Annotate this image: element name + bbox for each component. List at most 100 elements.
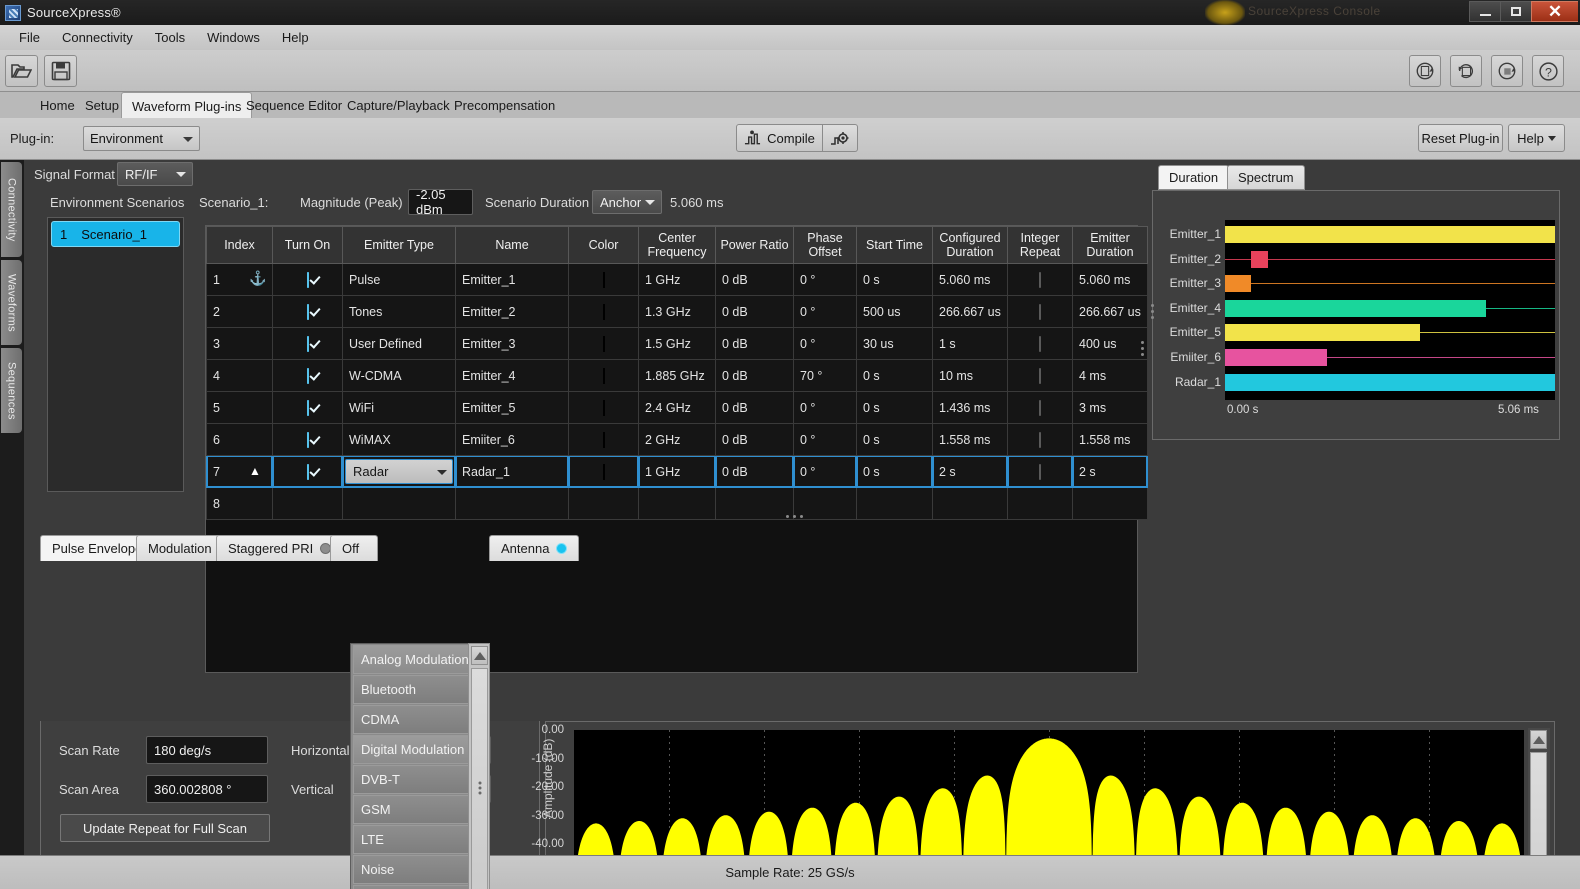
emitter-type-select[interactable]: Radar [345,459,453,484]
help-icon[interactable]: ? [1532,55,1564,87]
cell-power-ratio[interactable]: 0 dB [716,424,794,456]
cell-name[interactable]: Emitter_1 [456,264,569,296]
tab-sequence-editor[interactable]: Sequence Editor [236,92,352,118]
duration-row-bar[interactable] [1225,349,1327,366]
cell-power-ratio[interactable]: 0 dB [716,392,794,424]
turn-on-checkbox[interactable] [307,432,309,448]
color-swatch[interactable] [603,400,605,416]
cell-center-frequency[interactable]: 1 GHz [639,264,716,296]
compile-settings-button[interactable] [823,124,858,152]
cell-turn-on[interactable] [273,328,343,360]
dropdown-option[interactable]: Analog Modulation [353,645,485,674]
cell-emitter-duration[interactable]: 4 ms [1073,360,1148,392]
menu-file[interactable]: File [8,27,51,48]
dropdown-option[interactable]: Noise [353,855,485,884]
cell-emitter-type[interactable] [343,488,456,520]
dropdown-option[interactable]: Bluetooth [353,675,485,704]
cell-configured-duration[interactable]: 1.436 ms [933,392,1008,424]
plugin-help-button[interactable]: Help [1508,124,1565,152]
cell-name[interactable]: Emitter_2 [456,296,569,328]
cell-name[interactable]: Emitter_3 [456,328,569,360]
cell-start-time[interactable] [857,488,933,520]
scenario-duration-mode-select[interactable]: Anchor [592,190,662,214]
cell-center-frequency[interactable]: 1.3 GHz [639,296,716,328]
col-color[interactable]: Color [569,227,639,264]
cell-power-ratio[interactable]: 0 dB [716,296,794,328]
tab-spectrum[interactable]: Spectrum [1227,165,1305,190]
turn-on-checkbox[interactable] [307,304,309,320]
cell-name[interactable]: Radar_1 [456,456,569,488]
integer-repeat-checkbox[interactable] [1039,464,1041,480]
cell-color[interactable] [569,488,639,520]
tab-staggered-pri[interactable]: Staggered PRI [216,535,343,561]
cell-color[interactable] [569,456,639,488]
turn-on-checkbox[interactable] [307,336,309,352]
cell-emitter-type[interactable]: User Defined [343,328,456,360]
cell-configured-duration[interactable]: 266.667 us [933,296,1008,328]
cell-power-ratio[interactable] [716,488,794,520]
dropdown-option[interactable]: CDMA [353,705,485,734]
table-row[interactable]: 7▲RadarRadar_11 GHz0 dB0 °0 s2 s2 s [207,456,1148,488]
cell-phase-offset[interactable]: 0 ° [794,392,857,424]
sidebar-item-connectivity[interactable]: Connectivity [1,162,22,257]
col-integer-repeat[interactable]: Integer Repeat [1008,227,1073,264]
table-row[interactable]: 4W-CDMAEmitter_41.885 GHz0 dB70 °0 s10 m… [207,360,1148,392]
cell-name[interactable] [456,488,569,520]
scroll-up-icon[interactable] [1530,730,1547,749]
cell-phase-offset[interactable]: 0 ° [794,424,857,456]
cell-configured-duration[interactable]: 10 ms [933,360,1008,392]
cell-emitter-type[interactable]: WiMAX [343,424,456,456]
cell-name[interactable]: Emitter_5 [456,392,569,424]
cell-turn-on[interactable] [273,392,343,424]
dropdown-option[interactable]: DVB-T [353,765,485,794]
scroll-up-icon[interactable] [471,646,488,665]
cell-integer-repeat[interactable] [1008,488,1073,520]
cell-power-ratio[interactable]: 0 dB [716,456,794,488]
integer-repeat-checkbox[interactable] [1039,432,1041,448]
duration-row-bar[interactable] [1225,226,1555,243]
duration-row-bar[interactable] [1225,374,1555,391]
table-row[interactable]: 6WiMAXEmiiter_62 GHz0 dB0 °0 s1.558 ms1.… [207,424,1148,456]
update-repeat-full-scan-button[interactable]: Update Repeat for Full Scan [60,814,270,842]
col-turn-on[interactable]: Turn On [273,227,343,264]
cell-color[interactable] [569,392,639,424]
cell-phase-offset[interactable]: 0 ° [794,328,857,360]
color-swatch[interactable] [603,464,605,480]
cell-turn-on[interactable] [273,424,343,456]
cell-turn-on[interactable] [273,296,343,328]
cell-emitter-duration[interactable] [1073,488,1148,520]
table-row[interactable]: 5WiFiEmitter_52.4 GHz0 dB0 °0 s1.436 ms3… [207,392,1148,424]
color-swatch[interactable] [603,304,605,320]
cell-phase-offset[interactable]: 0 ° [794,264,857,296]
cell-start-time[interactable]: 0 s [857,424,933,456]
cell-center-frequency[interactable]: 2 GHz [639,424,716,456]
cell-turn-on[interactable] [273,488,343,520]
cell-power-ratio[interactable]: 0 dB [716,328,794,360]
tab-duration[interactable]: Duration [1158,165,1229,190]
cell-start-time[interactable]: 0 s [857,264,933,296]
dropdown-option[interactable]: GSM [353,795,485,824]
dropdown-option[interactable]: LTE [353,825,485,854]
cell-start-time[interactable]: 0 s [857,456,933,488]
cell-configured-duration[interactable]: 2 s [933,456,1008,488]
tab-antenna[interactable]: Antenna [489,535,579,561]
cell-center-frequency[interactable]: 1.885 GHz [639,360,716,392]
table-row[interactable]: 8 [207,488,1148,520]
color-swatch[interactable] [603,272,605,288]
col-emitter-type[interactable]: Emitter Type [343,227,456,264]
cell-integer-repeat[interactable] [1008,264,1073,296]
cell-turn-on[interactable] [273,360,343,392]
cell-emitter-duration[interactable]: 5.060 ms [1073,264,1148,296]
integer-repeat-checkbox[interactable] [1039,304,1041,320]
table-row[interactable]: 2TonesEmitter_21.3 GHz0 dB0 °500 us266.6… [207,296,1148,328]
turn-on-checkbox[interactable] [307,272,309,288]
integer-repeat-checkbox[interactable] [1039,336,1041,352]
magnitude-peak-field[interactable]: -2.05 dBm [408,189,473,215]
cell-integer-repeat[interactable] [1008,424,1073,456]
table-row[interactable]: 3User DefinedEmitter_31.5 GHz0 dB0 °30 u… [207,328,1148,360]
sidebar-item-waveforms[interactable]: Waveforms [1,260,22,345]
table-resize-handle-horizontal[interactable] [786,515,803,518]
cell-integer-repeat[interactable] [1008,392,1073,424]
cell-integer-repeat[interactable] [1008,456,1073,488]
save-disk-icon[interactable] [44,55,77,87]
